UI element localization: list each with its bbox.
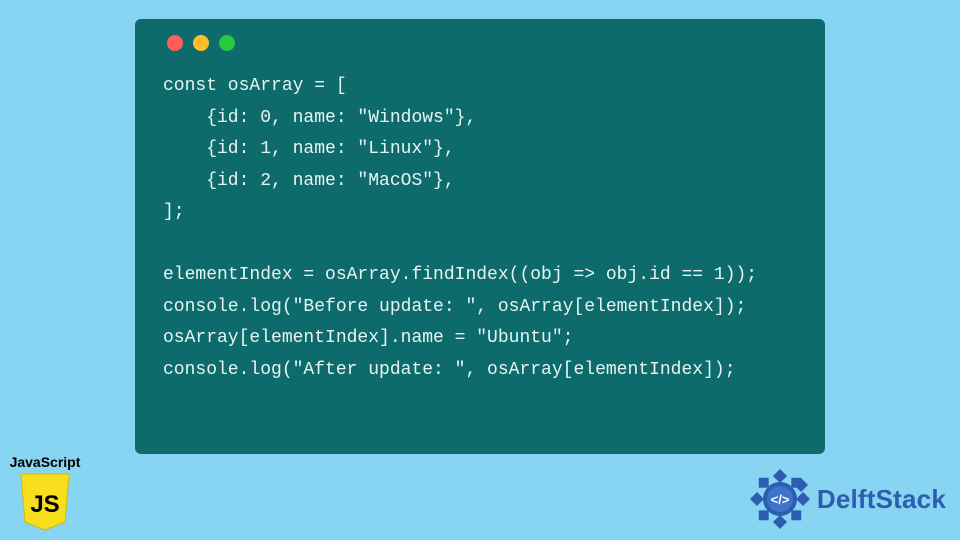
- delftstack-gear-icon: </>: [749, 468, 811, 530]
- window-traffic-lights: [167, 35, 797, 51]
- svg-text:</>: </>: [770, 492, 789, 507]
- javascript-badge: JavaScript JS: [6, 454, 84, 532]
- javascript-shield-icon: JS: [18, 472, 72, 532]
- maximize-icon: [219, 35, 235, 51]
- delftstack-logo: </> DelftStack: [749, 468, 946, 530]
- close-icon: [167, 35, 183, 51]
- code-block: const osArray = [ {id: 0, name: "Windows…: [163, 71, 797, 386]
- delftstack-brand-text: DelftStack: [817, 484, 946, 515]
- js-shield-text: JS: [30, 491, 59, 518]
- javascript-label: JavaScript: [6, 454, 84, 470]
- code-window: const osArray = [ {id: 0, name: "Windows…: [135, 19, 825, 454]
- minimize-icon: [193, 35, 209, 51]
